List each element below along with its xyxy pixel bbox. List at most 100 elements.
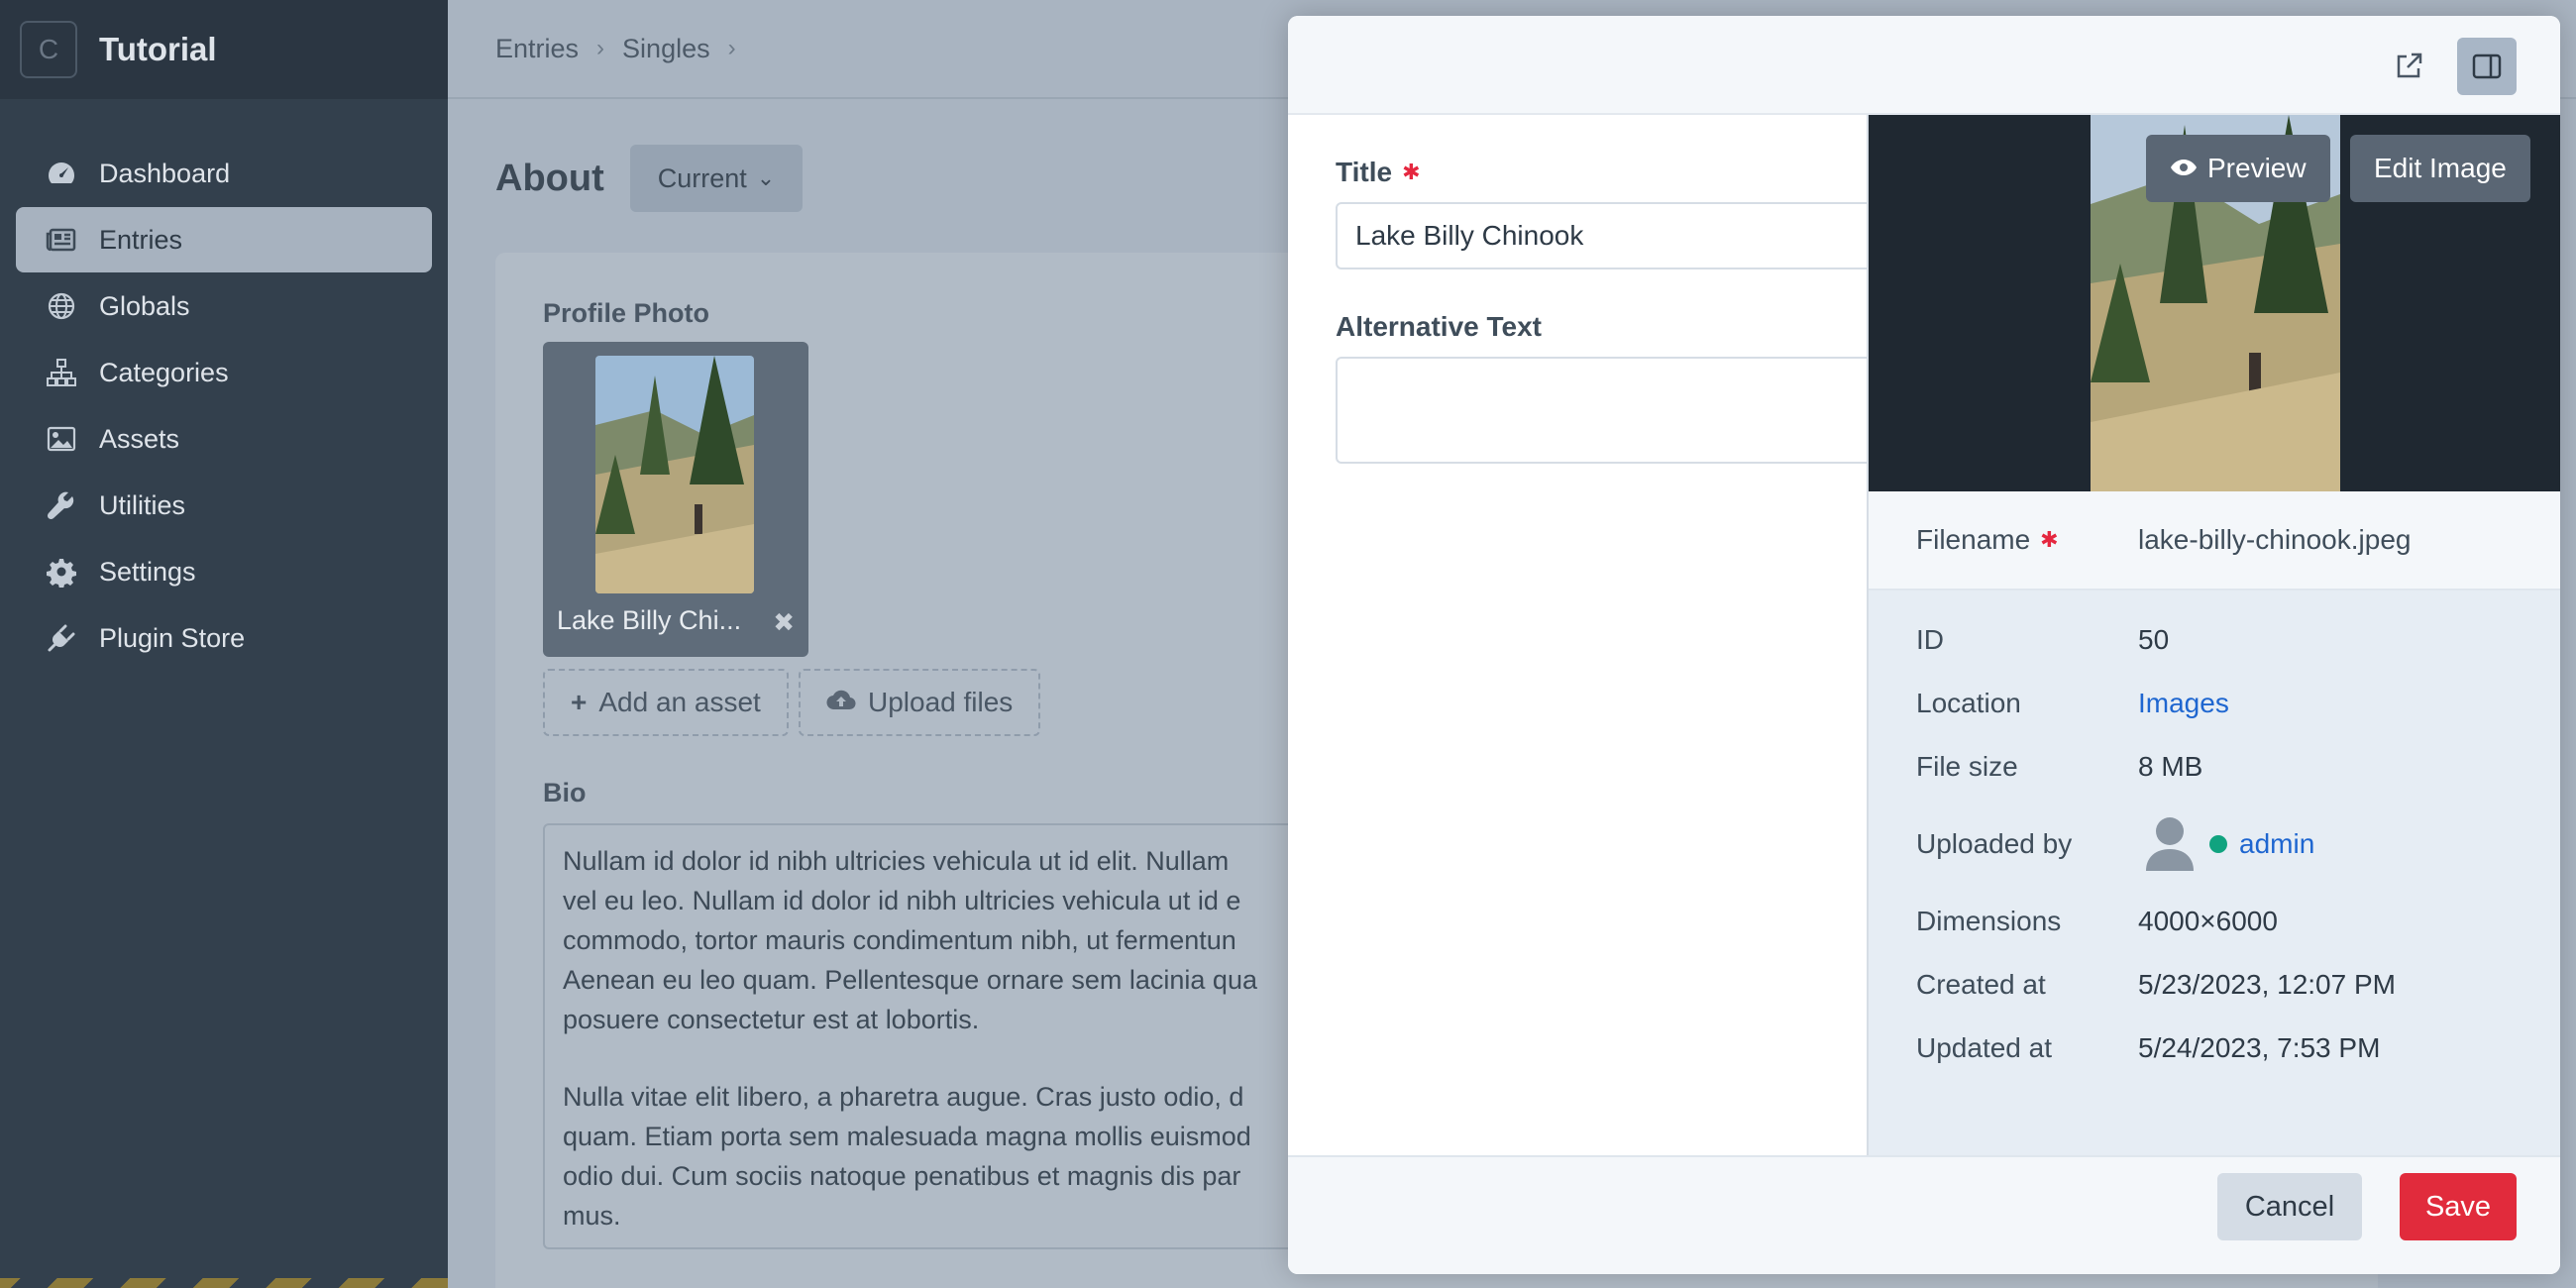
meta-key: Uploaded by [1916, 828, 2073, 859]
sidebar-item-label: Assets [99, 423, 180, 454]
meta-value: 8 MB [2138, 751, 2203, 782]
sidebar-header: C Tutorial [0, 0, 448, 99]
avatar [2138, 809, 2201, 880]
save-button[interactable]: Save [2400, 1173, 2517, 1240]
profile-photo-label: Profile Photo [543, 298, 709, 328]
gauge-icon [44, 156, 79, 191]
preview-label: Preview [2207, 153, 2307, 183]
image-preview: Preview Edit Image [1869, 115, 2560, 491]
meta-row-uploaded-by: Uploaded by admin [1916, 799, 2560, 890]
sidebar-item-label: Settings [99, 556, 196, 587]
sidebar-item-label: Utilities [99, 489, 186, 520]
image-icon [44, 421, 79, 457]
meta-row-id: ID 50 [1916, 608, 2560, 672]
asset-meta: ID 50 Location Images File size 8 MB Upl… [1869, 590, 2560, 1080]
asset-name: Lake Billy Chi... [557, 605, 742, 635]
filename-label-text: Filename [1916, 524, 2031, 555]
sidebar-item-settings[interactable]: Settings [16, 539, 432, 604]
meta-key: File size [1916, 751, 2018, 782]
sidebar-item-dashboard[interactable]: Dashboard [16, 141, 432, 206]
eye-icon [2170, 153, 2198, 184]
plus-icon: + [571, 687, 588, 717]
cloud-upload-icon [826, 687, 856, 718]
bio-line: vel eu leo. Nullam id dolor id nibh ultr… [563, 886, 1241, 915]
meta-key: Dimensions [1916, 906, 2062, 936]
bio-line: Nullam id dolor id nibh ultricies vehicu… [563, 846, 1230, 876]
sidebar-item-utilities[interactable]: Utilities [16, 473, 432, 538]
logo-letter: C [38, 34, 59, 64]
cancel-button[interactable]: Cancel [2217, 1173, 2362, 1240]
sidebar-item-label: Entries [99, 224, 183, 255]
breadcrumb-singles[interactable]: Singles [622, 34, 710, 64]
breadcrumb-entries[interactable]: Entries [495, 34, 579, 64]
globe-icon [44, 288, 79, 324]
title-input[interactable]: Lake Billy Chinook [1336, 202, 1930, 269]
gear-icon [44, 554, 79, 590]
edit-image-button[interactable]: Edit Image [2350, 135, 2530, 202]
title-label-text: Title [1336, 157, 1393, 187]
site-name[interactable]: Tutorial [99, 31, 217, 68]
alt-text-input[interactable] [1336, 357, 1930, 464]
newspaper-icon [44, 222, 79, 258]
chevron-right-icon[interactable]: › [728, 35, 736, 62]
upload-files-button[interactable]: Upload files [799, 669, 1041, 736]
external-link-icon[interactable] [2386, 44, 2431, 89]
sidebar-item-entries[interactable]: Entries [16, 207, 432, 272]
status-online-dot [2209, 835, 2227, 853]
sidebar-item-assets[interactable]: Assets [16, 406, 432, 472]
sidebar-item-categories[interactable]: Categories [16, 340, 432, 405]
meta-key: Created at [1916, 969, 2046, 1000]
bio-line: posuere consectetur est at lobortis. [563, 1005, 980, 1034]
slideout-footer: Cancel Save [1288, 1155, 2560, 1274]
edit-image-label: Edit Image [2374, 153, 2507, 183]
sidebar-item-label: Dashboard [99, 158, 231, 188]
revision-selector[interactable]: Current ⌄ [629, 145, 804, 212]
meta-value: 50 [2138, 624, 2170, 655]
bio-line: Aenean eu leo quam. Pellentesque ornare … [563, 965, 1257, 995]
remove-icon[interactable]: ✖ [773, 607, 795, 638]
meta-row-dimensions: Dimensions 4000×6000 [1916, 890, 2560, 953]
bio-line: mus. [563, 1201, 621, 1231]
required-icon: ✱ [1402, 160, 1421, 184]
toggle-sidebar-button[interactable] [2457, 38, 2517, 95]
bio-line: quam. Etiam porta sem malesuada magna mo… [563, 1122, 1251, 1151]
dev-mode-stripe [0, 1278, 448, 1288]
add-asset-button[interactable]: + Add an asset [543, 669, 789, 736]
meta-value: 4000×6000 [2138, 906, 2278, 936]
location-link[interactable]: Images [2138, 688, 2229, 719]
filename-row: Filename ✱ lake-billy-chinook.jpeg [1869, 491, 2560, 590]
sitemap-icon [44, 355, 79, 390]
sidebar-item-label: Plugin Store [99, 622, 246, 653]
asset-details-sidebar: Preview Edit Image Filename ✱ lake-billy… [1867, 115, 2560, 1171]
sidebar-item-plugin-store[interactable]: Plugin Store [16, 605, 432, 671]
page-title: About [495, 157, 604, 199]
bio-line: Nulla vitae elit libero, a pharetra augu… [563, 1082, 1244, 1112]
uploader-link[interactable]: admin [2239, 828, 2314, 860]
filename-value[interactable]: lake-billy-chinook.jpeg [2138, 524, 2411, 556]
meta-value: 5/23/2023, 12:07 PM [2138, 969, 2396, 1000]
bio-line: commodo, tortor mauris condimentum nibh,… [563, 925, 1236, 955]
sidebar-item-globals[interactable]: Globals [16, 273, 432, 339]
chevron-right-icon: › [596, 35, 605, 61]
plug-icon [44, 620, 79, 656]
preview-button[interactable]: Preview [2146, 135, 2330, 202]
meta-row-updated: Updated at 5/24/2023, 7:53 PM [1916, 1017, 2560, 1080]
sidebar-panel-icon [2472, 54, 2502, 79]
asset-thumbnail [595, 356, 754, 593]
sidebar: C Tutorial Dashboard Entries Globals Cat… [0, 0, 448, 1288]
alt-text-label: Alternative Text [1336, 311, 1819, 343]
asset-fields: Title ✱ Lake Billy Chinook Alternative T… [1288, 115, 1930, 1171]
upload-files-label: Upload files [868, 687, 1014, 717]
title-input-value: Lake Billy Chinook [1355, 220, 1584, 251]
meta-key: Location [1916, 688, 2021, 718]
chevron-down-icon: ⌄ [756, 165, 776, 190]
asset-chip[interactable]: Lake Billy Chi... ✖ [543, 342, 808, 657]
meta-row-created: Created at 5/23/2023, 12:07 PM [1916, 953, 2560, 1017]
main-nav: Dashboard Entries Globals Categories Ass… [0, 99, 448, 671]
slideout-header [1288, 16, 2560, 115]
meta-key: ID [1916, 624, 1944, 655]
craft-logo[interactable]: C [20, 21, 77, 78]
bio-line: odio dui. Cum sociis natoque penatibus e… [563, 1161, 1241, 1191]
meta-row-location: Location Images [1916, 672, 2560, 735]
asset-editor-slideout: Title ✱ Lake Billy Chinook Alternative T… [1288, 16, 2560, 1274]
